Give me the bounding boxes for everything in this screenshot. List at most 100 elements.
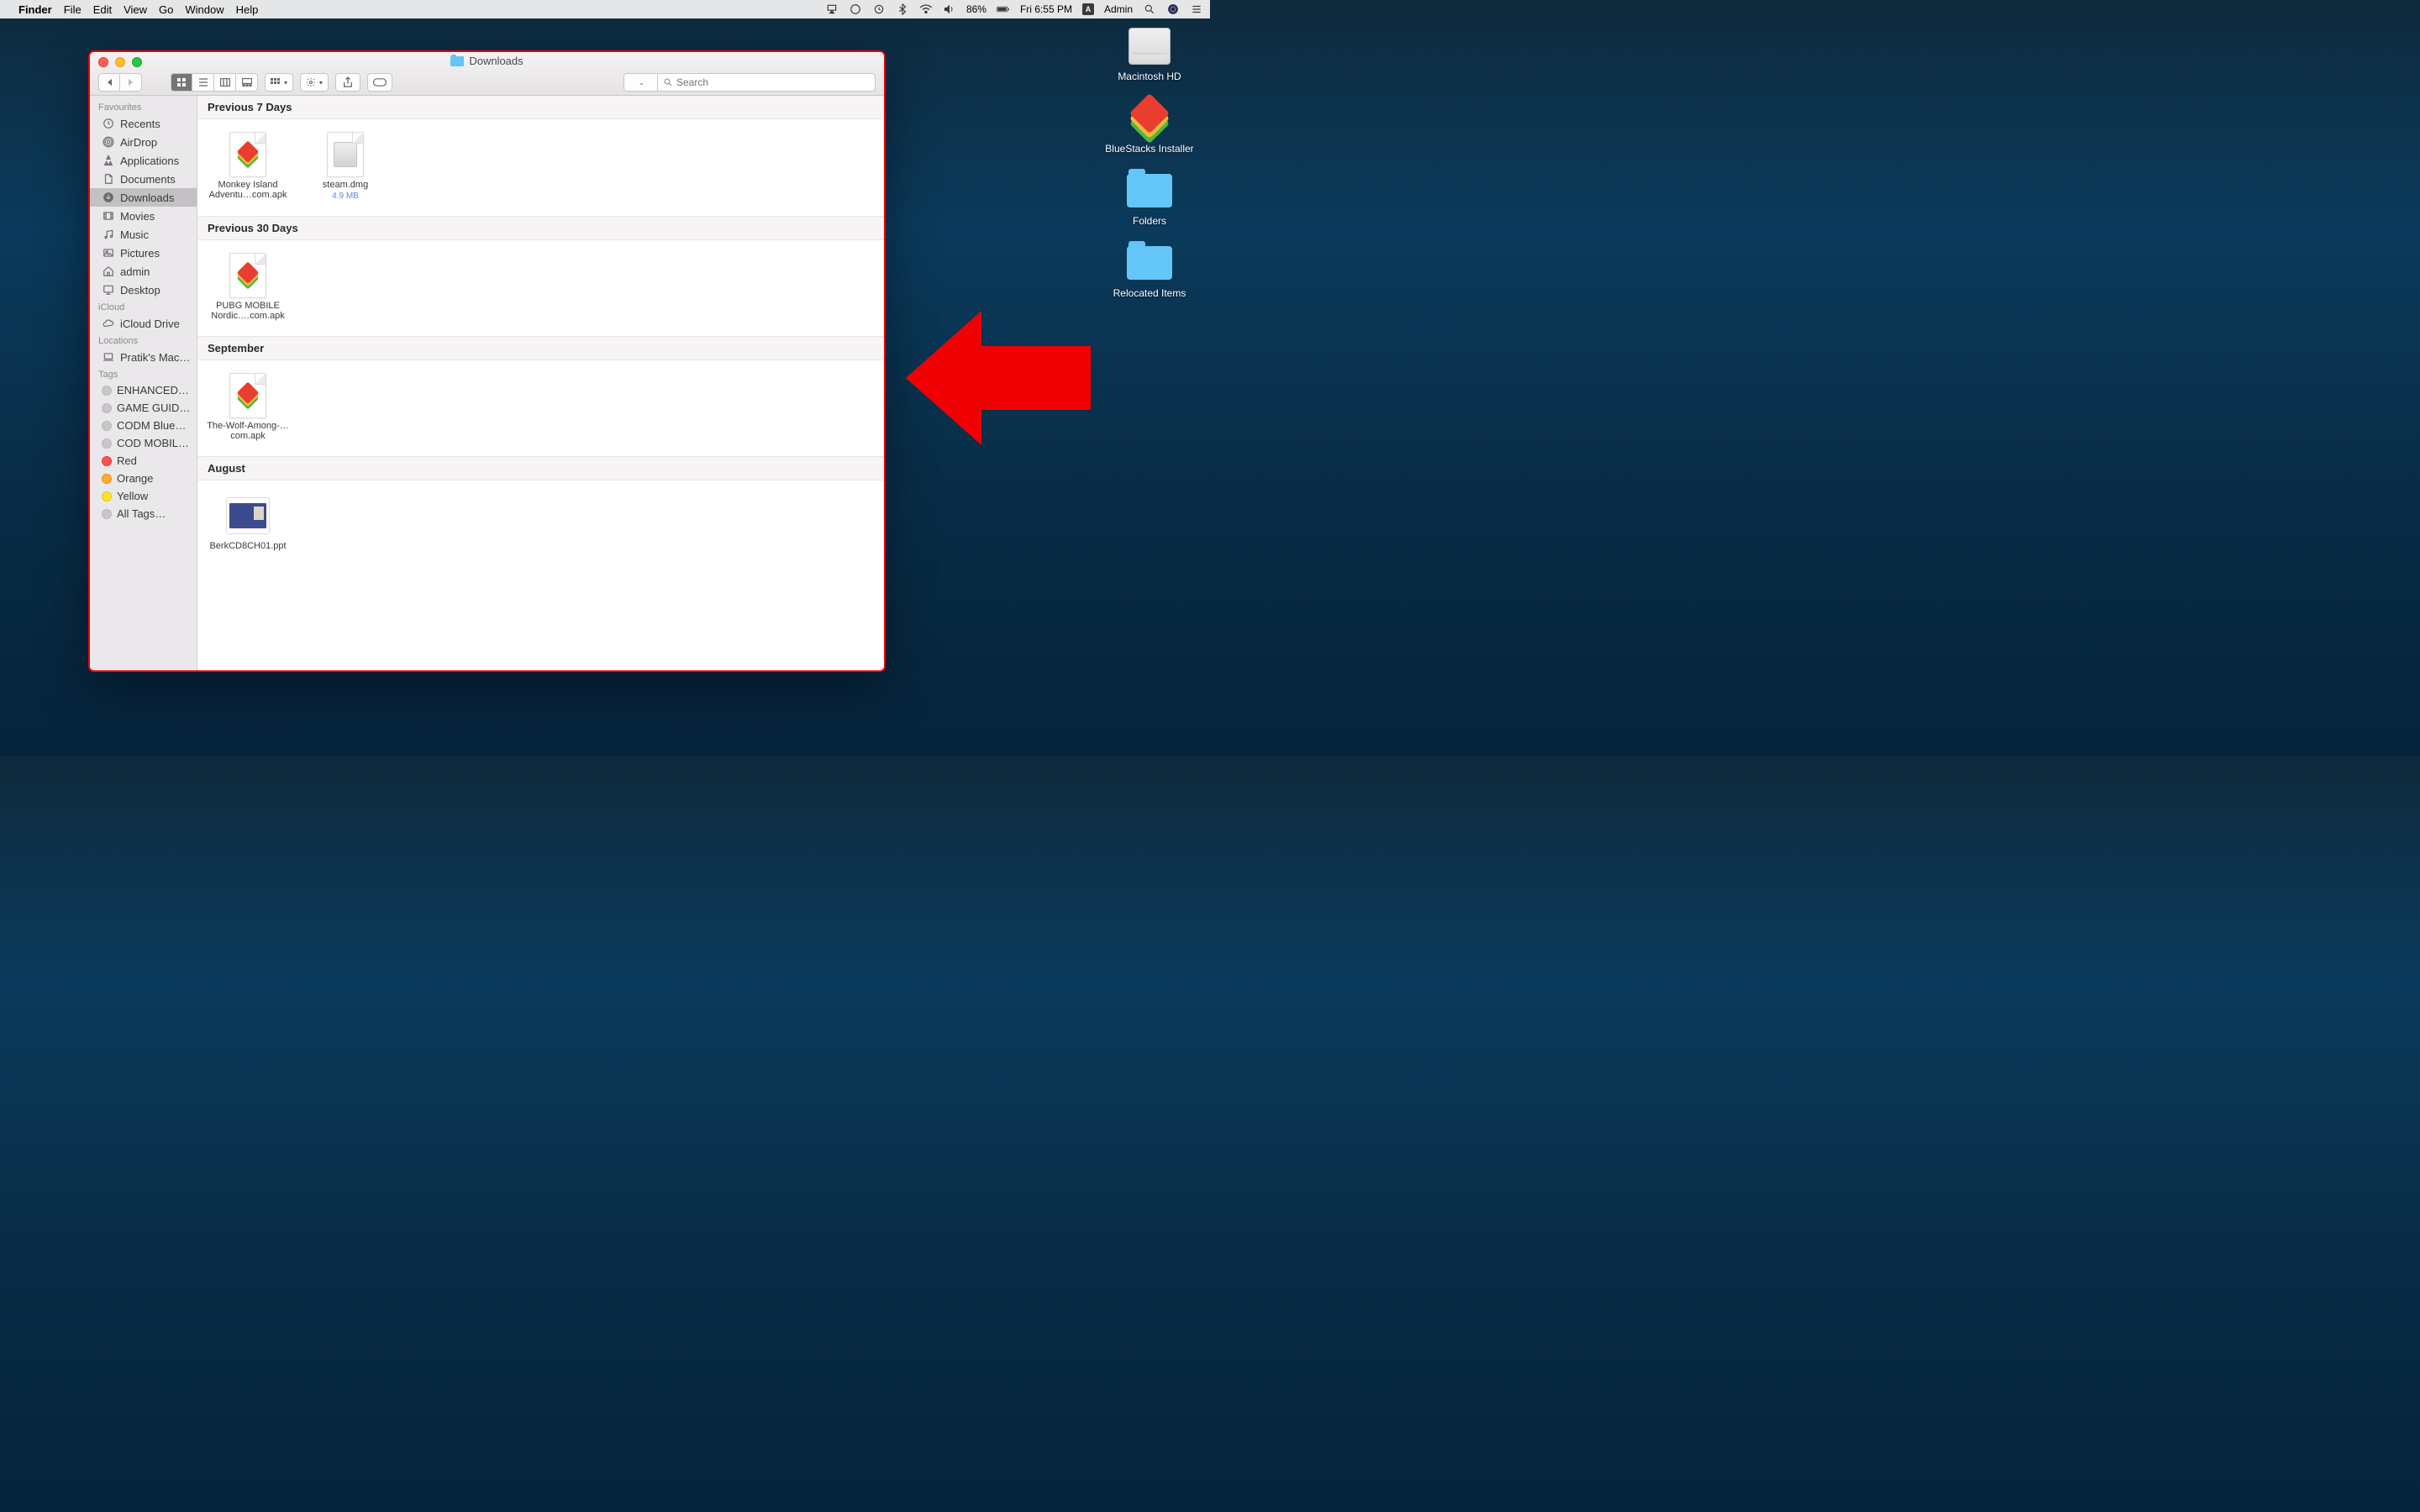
sidebar-item[interactable]: Downloads	[90, 188, 197, 207]
timemachine-icon[interactable]	[872, 3, 886, 16]
forward-button[interactable]	[120, 73, 142, 92]
sidebar-item[interactable]: iCloud Drive	[90, 314, 197, 333]
sidebar-item-label: CODM Blue…	[117, 419, 186, 432]
sidebar-item[interactable]: Yellow	[90, 487, 197, 505]
menu-view[interactable]: View	[124, 3, 147, 16]
tag-dot-icon	[102, 438, 112, 449]
hdd-icon	[1123, 25, 1176, 67]
toolbar: ▾ ▾ ⌄	[90, 71, 884, 95]
menu-edit[interactable]: Edit	[93, 3, 112, 16]
menu-help[interactable]: Help	[236, 3, 259, 16]
tag-dot-icon	[102, 474, 112, 484]
sidebar-item[interactable]: Applications	[90, 151, 197, 170]
tags-button[interactable]	[367, 73, 392, 92]
tag-dot-icon	[102, 456, 112, 466]
finder-window: Downloads ▾ ▾ ⌄	[88, 50, 886, 672]
sidebar-item[interactable]: Music	[90, 225, 197, 244]
cc-icon[interactable]	[849, 3, 862, 16]
file-item[interactable]: PUBG MOBILE Nordic.…com.apk	[206, 252, 290, 321]
download-icon	[102, 191, 115, 204]
zoom-button[interactable]	[132, 57, 142, 67]
menu-go[interactable]: Go	[159, 3, 173, 16]
desktop-item[interactable]: Macintosh HD	[1118, 25, 1181, 82]
search-field[interactable]	[657, 73, 876, 92]
menu-window[interactable]: Window	[185, 3, 224, 16]
window-controls	[98, 57, 142, 67]
sidebar-item[interactable]: Documents	[90, 170, 197, 188]
file-item[interactable]: The-Wolf-Among-…com.apk	[206, 372, 290, 441]
sidebar-item[interactable]: Movies	[90, 207, 197, 225]
sidebar-item[interactable]: All Tags…	[90, 505, 197, 522]
clock[interactable]: Fri 6:55 PM	[1020, 3, 1072, 15]
search-input[interactable]	[676, 76, 870, 88]
sidebar-item[interactable]: Desktop	[90, 281, 197, 299]
notification-icon[interactable]	[1190, 3, 1203, 16]
app-menu[interactable]: Finder	[18, 3, 52, 16]
file-item[interactable]: Monkey Island Adventu…com.apk	[206, 131, 290, 201]
battery-icon[interactable]	[997, 3, 1010, 16]
gallery-view-button[interactable]	[236, 73, 258, 92]
group-button[interactable]: ▾	[265, 73, 293, 92]
user-menu[interactable]: Admin	[1104, 3, 1133, 15]
sidebar-item-label: All Tags…	[117, 507, 166, 520]
menubar: Finder File Edit View Go Window Help 86%…	[0, 0, 1210, 18]
file-grid: Monkey Island Adventu…com.apk steam.dmg4.…	[197, 119, 884, 216]
sidebar-item[interactable]: Pratik's Mac…	[90, 348, 197, 366]
sidebar-item[interactable]: Red	[90, 452, 197, 470]
file-icon	[226, 372, 270, 419]
bluetooth-icon[interactable]	[896, 3, 909, 16]
spotlight-icon[interactable]	[1143, 3, 1156, 16]
sidebar-item-label: Pictures	[120, 247, 160, 260]
sidebar-item[interactable]: GAME GUID…	[90, 399, 197, 417]
desktop-icons: Macintosh HD BlueStacks Installer Folders R…	[1099, 25, 1200, 299]
bluestacks-icon	[1123, 97, 1176, 139]
wifi-icon[interactable]	[919, 3, 933, 16]
sidebar-item[interactable]: AirDrop	[90, 133, 197, 151]
sidebar-item-label: Applications	[120, 155, 179, 167]
file-name: Monkey Island Adventu…com.apk	[206, 180, 290, 200]
list-view-button[interactable]	[192, 73, 214, 92]
sidebar-item[interactable]: CODM Blue…	[90, 417, 197, 434]
volume-icon[interactable]	[943, 3, 956, 16]
minimize-button[interactable]	[115, 57, 125, 67]
path-button[interactable]: ⌄	[623, 73, 657, 92]
back-button[interactable]	[98, 73, 120, 92]
battery-percent[interactable]: 86%	[966, 3, 986, 15]
file-icon	[226, 492, 270, 539]
share-button[interactable]	[335, 73, 360, 92]
action-button[interactable]: ▾	[300, 73, 329, 92]
keyboard-icon[interactable]: A	[1082, 3, 1094, 15]
desktop-item[interactable]: Folders	[1123, 170, 1176, 227]
sidebar-item[interactable]: COD MOBIL…	[90, 434, 197, 452]
sidebar-item-label: Music	[120, 228, 149, 241]
file-item[interactable]: BerkCD8CH01.ppt	[206, 492, 290, 551]
music-icon	[102, 228, 115, 241]
titlebar[interactable]: Downloads ▾ ▾ ⌄	[90, 52, 884, 96]
menu-file[interactable]: File	[64, 3, 82, 16]
icon-view-button[interactable]	[171, 73, 192, 92]
column-view-button[interactable]	[214, 73, 236, 92]
sidebar-item[interactable]: Recents	[90, 114, 197, 133]
siri-icon[interactable]	[1166, 3, 1180, 16]
file-item[interactable]: steam.dmg4.9 MB	[303, 131, 387, 201]
sidebar-item[interactable]: Pictures	[90, 244, 197, 262]
desktop-item[interactable]: Relocated Items	[1113, 242, 1186, 299]
file-browser[interactable]: Previous 7 DaysMonkey Island Adventu…com…	[197, 96, 884, 670]
file-name: The-Wolf-Among-…com.apk	[206, 421, 290, 441]
airplay-icon[interactable]	[825, 3, 839, 16]
desktop-item-label: Relocated Items	[1113, 287, 1186, 299]
file-grid: The-Wolf-Among-…com.apk	[197, 360, 884, 456]
sidebar-item[interactable]: admin	[90, 262, 197, 281]
folder-icon	[1123, 170, 1176, 212]
close-button[interactable]	[98, 57, 108, 67]
cloud-icon	[102, 317, 115, 330]
sidebar-item[interactable]: Orange	[90, 470, 197, 487]
window-title-text: Downloads	[469, 55, 523, 67]
window-title: Downloads	[450, 55, 523, 67]
folder-icon	[1123, 242, 1176, 284]
sidebar-item[interactable]: ENHANCED…	[90, 381, 197, 399]
desktop-item[interactable]: BlueStacks Installer	[1105, 97, 1193, 155]
sidebar-item-label: iCloud Drive	[120, 318, 180, 330]
tag-dot-icon	[102, 386, 112, 396]
group-header: August	[197, 456, 884, 480]
